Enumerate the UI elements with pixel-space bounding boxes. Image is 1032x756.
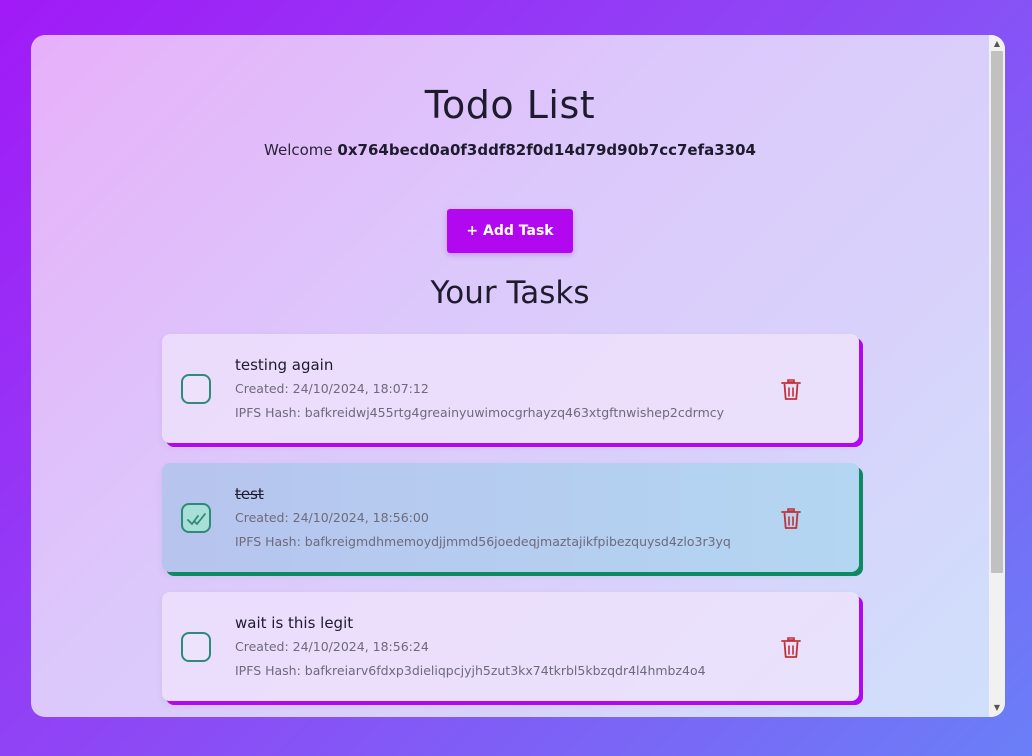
scrollbar-thumb[interactable] (991, 51, 1003, 573)
task-title: wait is this legit (235, 614, 354, 632)
task-card: wait is this legit Created: 24/10/2024, … (162, 592, 859, 701)
task-created-date: Created: 24/10/2024, 18:56:00 (235, 510, 429, 525)
task-card-completed: test Created: 24/10/2024, 18:56:00 IPFS … (162, 463, 859, 572)
page-title: Todo List (424, 83, 596, 127)
tasks-heading: Your Tasks (430, 275, 590, 311)
task-checkbox[interactable] (181, 632, 211, 662)
task-created-date: Created: 24/10/2024, 18:07:12 (235, 381, 429, 396)
task-title: testing again (235, 356, 334, 374)
task-ipfs-hash: IPFS Hash: bafkreiarv6fdxp3dieliqpcjyjh5… (235, 663, 706, 678)
welcome-prefix: Welcome (264, 141, 333, 159)
task-ipfs-hash: IPFS Hash: bafkreidwj455rtg4greainyuwimo… (235, 405, 725, 420)
double-check-icon (187, 513, 206, 525)
task-title: test (235, 485, 264, 503)
task-card: testing again Created: 24/10/2024, 18:07… (162, 334, 859, 443)
task-ipfs-hash: IPFS Hash: bafkreigmdhmemoydjjmmd56joede… (235, 534, 731, 549)
task-created-date: Created: 24/10/2024, 18:56:24 (235, 639, 429, 654)
app-window: Todo List Welcome 0x764becd0a0f3ddf82f0d… (31, 35, 1005, 717)
trash-icon[interactable] (780, 636, 802, 660)
vertical-scrollbar[interactable]: ▲ ▼ (989, 35, 1005, 717)
trash-icon[interactable] (780, 507, 802, 531)
wallet-address: 0x764becd0a0f3ddf82f0d14d79d90b7cc7efa33… (337, 141, 756, 159)
main-content: Todo List Welcome 0x764becd0a0f3ddf82f0d… (31, 35, 989, 717)
scroll-down-icon[interactable]: ▼ (989, 701, 1005, 715)
welcome-text: Welcome 0x764becd0a0f3ddf82f0d14d79d90b7… (31, 141, 989, 159)
add-task-button[interactable]: + Add Task (447, 209, 573, 253)
scroll-up-icon[interactable]: ▲ (989, 37, 1005, 51)
task-checkbox-checked[interactable] (181, 503, 211, 533)
trash-icon[interactable] (780, 378, 802, 402)
task-checkbox[interactable] (181, 374, 211, 404)
